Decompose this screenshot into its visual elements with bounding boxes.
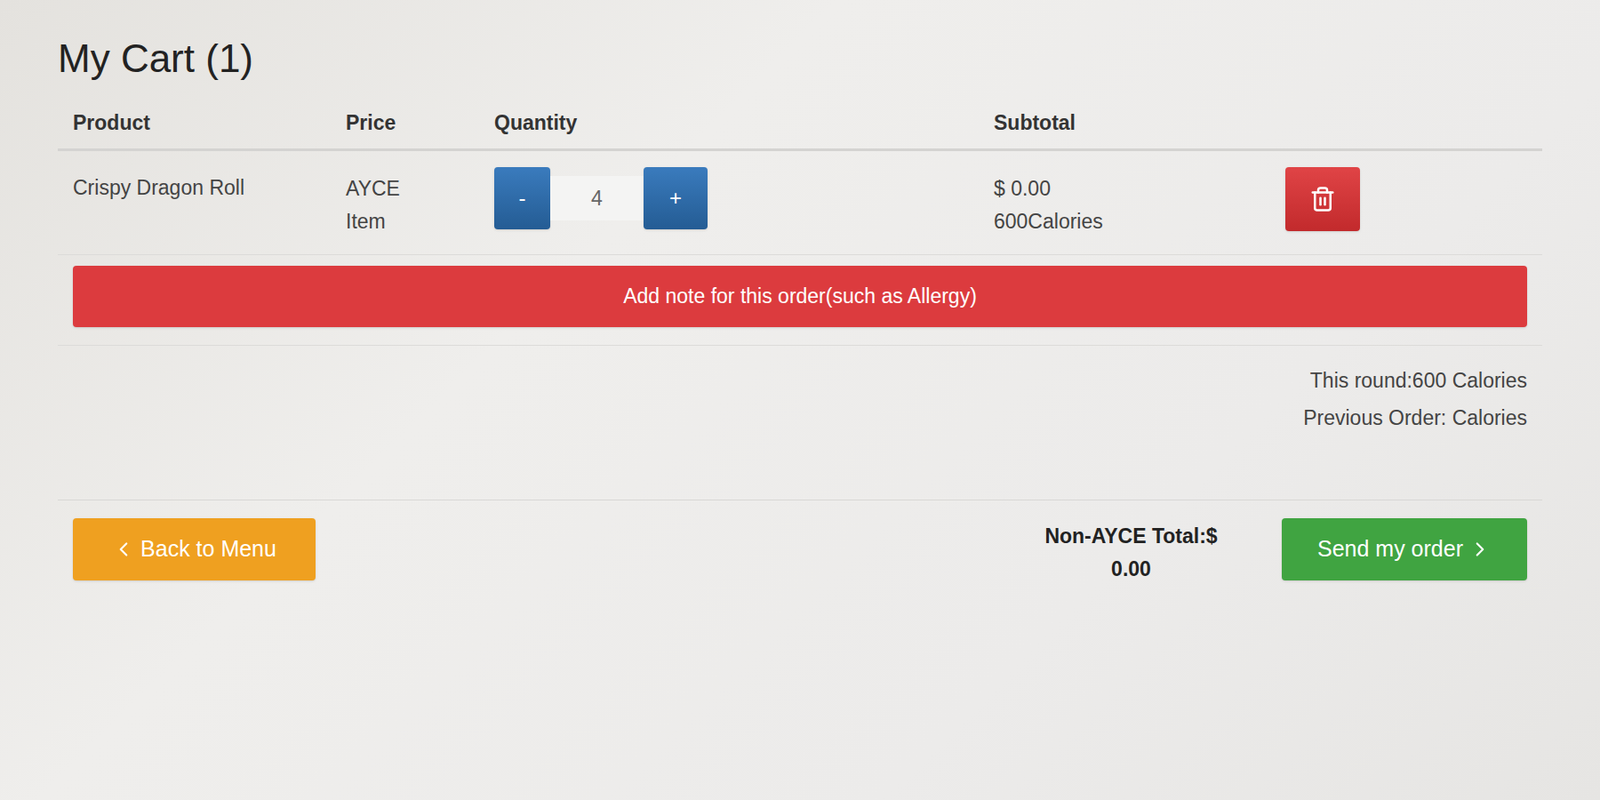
- cart-title: My Cart (1): [57, 35, 1543, 83]
- cart-page: My Cart (1) ProductPriceQuantitySubtotal C…: [0, 0, 1600, 800]
- chevron-right-icon: [1468, 537, 1492, 561]
- cart-footer: Back to Menu Non-AYCE Total:$ 0.00 Send my…: [57, 500, 1543, 586]
- cart-row: Crispy Dragon RollAYCE Item-4+$ 0.00600C…: [57, 151, 1543, 256]
- trash-icon: [1309, 185, 1336, 213]
- subtotal: $ 0.00600Calories: [993, 167, 1286, 239]
- table-header: ProductPriceQuantitySubtotal: [57, 107, 1543, 152]
- delete-button[interactable]: [1285, 167, 1360, 232]
- subtotal-price: $ 0.00: [993, 172, 1286, 206]
- subtotal-calories: 600Calories: [993, 205, 1286, 239]
- quantity-input[interactable]: 4: [550, 176, 644, 221]
- column-header: Price: [345, 107, 495, 139]
- cart-table: ProductPriceQuantitySubtotal Crispy Drago…: [57, 107, 1543, 586]
- product-name: Crispy Dragon Roll: [72, 167, 346, 204]
- calorie-summary: This round:600 CaloriesPrevious Order: C…: [57, 345, 1543, 501]
- non-ayce-total: Non-AYCE Total:$ 0.00: [1026, 518, 1236, 586]
- product-price: AYCE Item: [345, 167, 417, 239]
- send-order-button[interactable]: Send my order: [1281, 518, 1528, 581]
- this-round: This round:600 Calories: [1310, 361, 1528, 400]
- decrement-button[interactable]: -: [494, 167, 551, 230]
- chevron-left-icon: [112, 537, 136, 561]
- quantity-control: -4+: [494, 167, 994, 230]
- back-button[interactable]: Back to Menu: [72, 518, 316, 581]
- add-note-button[interactable]: Add note for this order(such as Allergy): [72, 265, 1528, 328]
- column-header: Subtotal: [993, 107, 1286, 139]
- column-header: Quantity: [494, 107, 994, 139]
- increment-button[interactable]: +: [643, 167, 708, 230]
- column-header: Product: [72, 107, 346, 139]
- previous-order: Previous Order: Calories: [1303, 399, 1528, 438]
